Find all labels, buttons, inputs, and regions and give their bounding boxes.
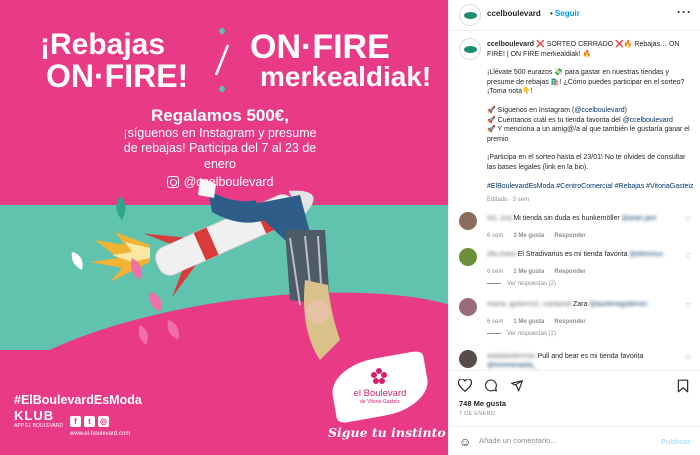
comment-likes[interactable]: 1 Me gusta: [513, 319, 544, 325]
post-side-panel: ccelboulevard • Seguir ··· ccelboulevard…: [448, 0, 700, 455]
instagram-icon: ◎: [98, 416, 109, 427]
more-options-icon[interactable]: ···: [677, 5, 692, 19]
comment-item: malalanferrran Pull and bear es mi tiend…: [459, 350, 695, 370]
view-replies-button[interactable]: Ver respuestas (2): [487, 331, 556, 337]
comment-username[interactable]: ilfa.mara: [487, 251, 516, 258]
commenter-avatar[interactable]: [459, 248, 477, 266]
caption-step1-link[interactable]: @ccelboulevard: [574, 107, 624, 114]
comment-username[interactable]: malalanferrran: [487, 353, 536, 360]
website-url: www.el-boulevard.com: [70, 431, 131, 437]
comment-body: El Stradivarius es mi tienda favorita: [517, 251, 628, 258]
comment-item: maria_gutierrez_castaeid Zara @aurtenegu…: [459, 298, 695, 338]
logo-name: el Boulevard: [353, 388, 407, 399]
promo-poster-image: ¡Rebajas ON·FIRE! ON·FIRE merkealdiak! R…: [0, 0, 448, 455]
caption-step3: 🚀 Y menciona a un amig@/a al que también…: [487, 126, 690, 143]
comment-bubble-icon[interactable]: [484, 379, 498, 392]
twitter-icon: t: [84, 416, 95, 427]
slogan: Sigue tu instinto: [328, 425, 446, 440]
heart-icon[interactable]: ♡: [685, 354, 691, 362]
heart-icon[interactable]: ♡: [685, 252, 691, 260]
comment-username[interactable]: itzi_arq: [487, 215, 512, 222]
reply-button[interactable]: Responder: [554, 269, 585, 275]
caption-username[interactable]: ccelboulevard: [487, 41, 534, 48]
social-icons: f t ◎: [70, 416, 109, 427]
caption-para2: ¡Llévate 500 eurazos 💸 para gastar en nu…: [487, 69, 685, 96]
profile-avatar[interactable]: [459, 4, 481, 26]
comment-text: maria_gutierrez_castaeid Zara @aurtenegu…: [487, 300, 677, 309]
comment-age: 6 sem: [487, 269, 504, 275]
comment-body: Zara: [573, 301, 588, 308]
view-replies-button[interactable]: Ver respuestas (2): [487, 281, 556, 287]
reply-button[interactable]: Responder: [554, 233, 585, 239]
caption-step2-pre: 🚀 Cuéntanos cuál es tu tienda favorita d…: [487, 116, 623, 124]
comment-body: Mi tienda sin duda es hunkemöller: [513, 215, 620, 222]
follow-button[interactable]: Seguir: [555, 9, 580, 18]
comment-item: itzi_arq Mi tienda sin duda es hunkemöll…: [459, 212, 695, 252]
header-separator: •: [550, 9, 553, 18]
comment-item: ilfa.mara El Stradivarius es mi tienda f…: [459, 248, 695, 288]
comment-likes[interactable]: 3 Me gusta: [513, 233, 544, 239]
post-header: ccelboulevard • Seguir ···: [449, 0, 700, 31]
comment-mention[interactable]: @mirenenaola_: [487, 362, 537, 369]
comment-input[interactable]: [479, 436, 649, 445]
caption-hashtags[interactable]: #ElBoulevardEsModa #CentroComercial #Reb…: [487, 182, 695, 192]
header-username[interactable]: ccelboulevard: [487, 9, 541, 18]
klub-logo: KLUB APP EL BOULEVARD: [14, 408, 63, 429]
like-heart-icon[interactable]: [458, 379, 472, 392]
add-comment-bar: ☺ Publicar: [449, 426, 700, 455]
caption-step1-post: ): [624, 106, 627, 114]
post-date: 7 DE ENERO: [459, 411, 496, 417]
comment-username[interactable]: maria_gutierrez_castaeid: [487, 301, 571, 308]
caption-time: Editado · 3 sem: [487, 197, 530, 203]
facebook-icon: f: [70, 416, 81, 427]
klub-name: KLUB: [14, 408, 55, 423]
reply-button[interactable]: Responder: [554, 319, 585, 325]
emoji-icon[interactable]: ☺: [459, 435, 471, 449]
comment-mention[interactable]: @elenniuu: [629, 251, 663, 258]
comment-age: 6 sem: [487, 319, 504, 325]
poster-hashtag: #ElBoulevardEsModa: [14, 393, 142, 407]
flower-icon: [371, 368, 387, 384]
caption-avatar[interactable]: [459, 38, 481, 60]
klub-sub: APP EL BOULEVARD: [14, 423, 64, 429]
commenter-avatar[interactable]: [459, 350, 477, 368]
caption-text: ccelboulevard ❌ SORTEO CERRADO ❌🔥 Rebaja…: [487, 40, 695, 200]
post-actions: 748 Me gusta 7 DE ENERO ☺ Publicar: [449, 370, 700, 455]
likes-count[interactable]: 748 Me gusta: [459, 399, 506, 408]
comment-mention[interactable]: @aurtenegutierrez: [589, 301, 647, 308]
comment-text: ilfa.mara El Stradivarius es mi tienda f…: [487, 250, 677, 259]
save-bookmark-icon[interactable]: [677, 379, 689, 393]
share-send-icon[interactable]: [510, 379, 524, 392]
comment-text: itzi_arq Mi tienda sin duda es hunkemöll…: [487, 214, 677, 223]
comment-likes[interactable]: 1 Me gusta: [513, 269, 544, 275]
comment-mention[interactable]: @aran.jare: [622, 215, 657, 222]
comment-meta: 6 sem 1 Me gusta Responder: [487, 269, 596, 275]
caption-para4: ¡Participa en el sorteo hasta el 23/01! …: [487, 154, 686, 171]
caption-step1-pre: 🚀 Síguenos en Instagram (: [487, 106, 575, 114]
publish-button[interactable]: Publicar: [661, 437, 691, 446]
commenter-avatar[interactable]: [459, 212, 477, 230]
comment-meta: 6 sem 1 Me gusta Responder: [487, 319, 596, 325]
caption-step2-link[interactable]: @ccelboulevard: [623, 117, 673, 124]
commenter-avatar[interactable]: [459, 298, 477, 316]
heart-icon[interactable]: ♡: [685, 216, 691, 224]
comment-meta: 6 sem 3 Me gusta Responder: [487, 233, 596, 239]
person-figure: [198, 178, 340, 360]
logo-subtitle: de Vitoria-Gasteiz: [360, 399, 400, 405]
comment-body: Pull and bear es mi tienda favorita: [537, 353, 644, 360]
action-icons: [458, 379, 524, 392]
heart-icon[interactable]: ♡: [685, 302, 691, 310]
comment-age: 6 sem: [487, 233, 504, 239]
comment-text: malalanferrran Pull and bear es mi tiend…: [487, 352, 677, 370]
